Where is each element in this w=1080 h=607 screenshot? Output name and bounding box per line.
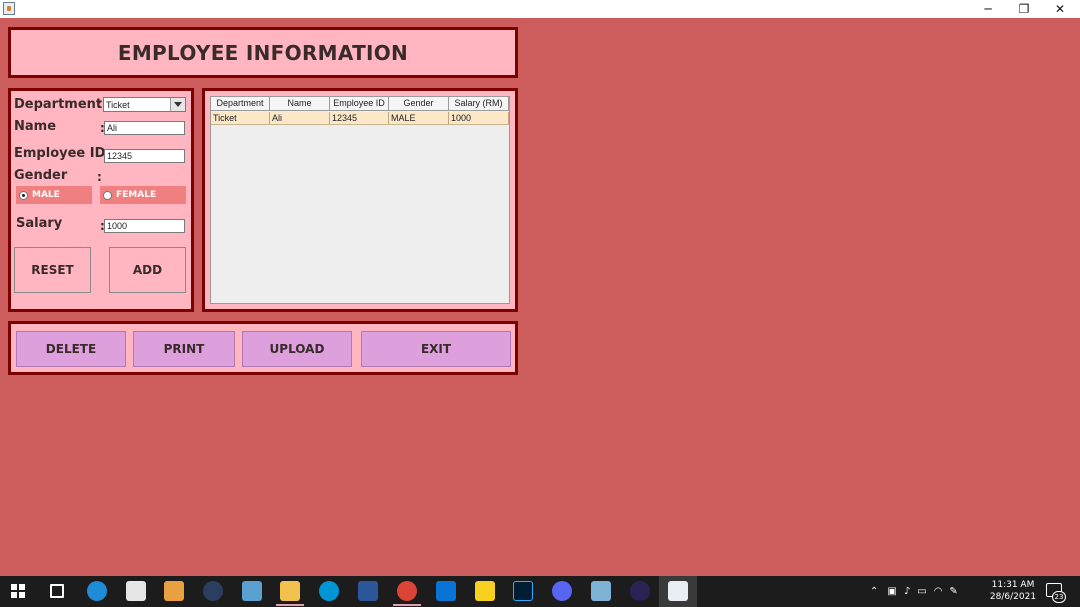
salary-label: Salary bbox=[16, 216, 63, 231]
cell-salary: 1000 bbox=[449, 112, 509, 124]
sticky-notes-icon[interactable] bbox=[475, 581, 495, 601]
column-header-salary[interactable]: Salary (RM) bbox=[449, 97, 509, 110]
volume-icon[interactable]: ♪ bbox=[904, 586, 910, 597]
gender-radio-female[interactable]: FEMALE bbox=[100, 186, 186, 204]
chevron-down-icon[interactable] bbox=[170, 98, 185, 111]
print-button[interactable]: PRINT bbox=[133, 331, 235, 367]
file-explorer-icon[interactable] bbox=[280, 581, 300, 601]
cell-gender: MALE bbox=[389, 112, 449, 124]
cell-employee-id: 12345 bbox=[330, 112, 389, 124]
department-label: Department bbox=[14, 97, 103, 112]
eclipse-icon[interactable] bbox=[630, 581, 650, 601]
minimize-button[interactable]: ─ bbox=[970, 0, 1006, 18]
department-colon: : bbox=[97, 97, 102, 111]
meet-now-icon[interactable]: ▣ bbox=[887, 586, 896, 597]
taskbar-clock[interactable]: 11:31 AM 28/6/2021 bbox=[988, 579, 1038, 603]
windows-start-icon[interactable] bbox=[11, 584, 25, 598]
steam-icon[interactable] bbox=[203, 581, 223, 601]
running-indicator bbox=[393, 604, 421, 606]
delete-button[interactable]: DELETE bbox=[16, 331, 126, 367]
task-view-icon[interactable] bbox=[50, 584, 64, 598]
upload-button[interactable]: UPLOAD bbox=[242, 331, 352, 367]
mail-icon[interactable] bbox=[436, 581, 456, 601]
discord-icon[interactable] bbox=[552, 581, 572, 601]
wifi-icon[interactable]: ◠ bbox=[934, 586, 943, 597]
store-icon[interactable] bbox=[126, 581, 146, 601]
gender-male-label: MALE bbox=[32, 190, 60, 200]
clock-date: 28/6/2021 bbox=[989, 592, 1037, 602]
gender-label: Gender bbox=[14, 168, 68, 183]
edge-icon[interactable] bbox=[87, 581, 107, 601]
clock-time: 11:31 AM bbox=[991, 580, 1035, 590]
column-header-employee-id[interactable]: Employee ID bbox=[330, 97, 389, 110]
system-tray: ⌃ ▣ ♪ ▭ ◠ ✎ bbox=[870, 576, 958, 607]
column-header-gender[interactable]: Gender bbox=[389, 97, 449, 110]
department-select-value: Ticket bbox=[106, 100, 130, 110]
employee-table-panel: Department Name Employee ID Gender Salar… bbox=[202, 88, 518, 312]
employee-id-label: Employee ID: bbox=[14, 146, 111, 161]
table-header: Department Name Employee ID Gender Salar… bbox=[211, 97, 509, 111]
hp-icon[interactable] bbox=[319, 581, 339, 601]
restore-button[interactable]: ❐ bbox=[1006, 0, 1042, 18]
add-button[interactable]: ADD bbox=[109, 247, 186, 293]
column-header-name[interactable]: Name bbox=[270, 97, 330, 110]
photoshop-icon[interactable] bbox=[513, 581, 533, 601]
running-indicator bbox=[276, 604, 304, 606]
taskbar: ⌃ ▣ ♪ ▭ ◠ ✎ 11:31 AM 28/6/2021 23 bbox=[0, 576, 1080, 607]
page-title: EMPLOYEE INFORMATION bbox=[117, 40, 409, 65]
media-player-icon[interactable] bbox=[164, 581, 184, 601]
exit-button[interactable]: EXIT bbox=[361, 331, 511, 367]
reset-button[interactable]: RESET bbox=[14, 247, 91, 293]
gender-colon: : bbox=[97, 170, 102, 184]
notification-count: 23 bbox=[1052, 591, 1066, 603]
pen-icon[interactable]: ✎ bbox=[949, 586, 957, 597]
battery-icon[interactable]: ▭ bbox=[917, 586, 926, 597]
java-icon[interactable] bbox=[668, 581, 688, 601]
name-field[interactable]: Ali bbox=[104, 121, 185, 135]
photos-icon[interactable] bbox=[242, 581, 262, 601]
action-panel: DELETE PRINT UPLOAD EXIT bbox=[8, 321, 518, 375]
column-header-department[interactable]: Department bbox=[211, 97, 270, 110]
department-select[interactable]: Ticket bbox=[103, 97, 186, 112]
cell-department: Ticket bbox=[211, 112, 270, 124]
radio-unchecked-icon bbox=[103, 190, 112, 200]
name-label: Name bbox=[14, 119, 57, 134]
employee-form: Department : Ticket Name : Ali Employee … bbox=[8, 88, 194, 312]
cell-name: Ali bbox=[270, 112, 330, 124]
gender-radio-male[interactable]: MALE bbox=[16, 186, 92, 204]
java-app-icon bbox=[3, 2, 15, 15]
salary-field[interactable]: 1000 bbox=[104, 219, 185, 233]
window-title-bar: ─ ❐ ✕ bbox=[0, 0, 1080, 18]
chrome-icon[interactable] bbox=[397, 581, 417, 601]
employee-table[interactable]: Department Name Employee ID Gender Salar… bbox=[210, 96, 510, 304]
table-row[interactable]: Ticket Ali 12345 MALE 1000 bbox=[211, 112, 509, 125]
employee-id-field[interactable]: 12345 bbox=[104, 149, 185, 163]
close-button[interactable]: ✕ bbox=[1042, 0, 1078, 18]
radio-checked-icon bbox=[19, 190, 28, 200]
chevron-up-icon[interactable]: ⌃ bbox=[870, 586, 878, 597]
word-icon[interactable] bbox=[358, 581, 378, 601]
gender-female-label: FEMALE bbox=[116, 190, 157, 200]
header-panel: EMPLOYEE INFORMATION bbox=[8, 27, 518, 78]
notepad-icon[interactable] bbox=[591, 581, 611, 601]
